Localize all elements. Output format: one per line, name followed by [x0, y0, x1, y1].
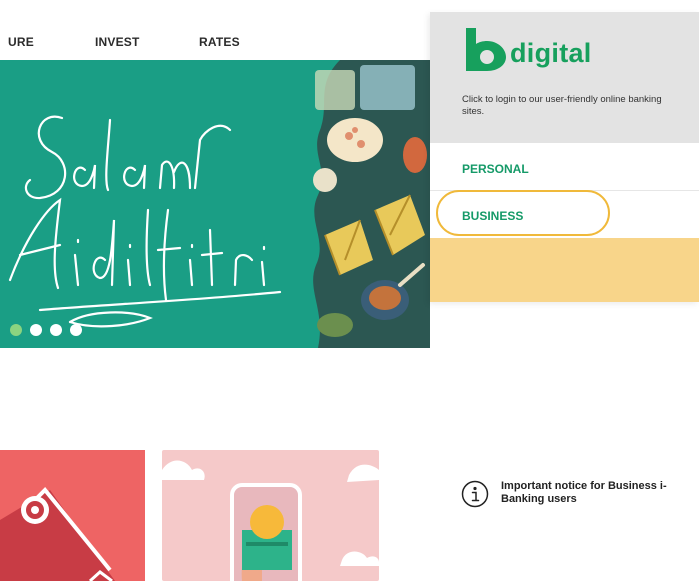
nav-item-ure[interactable]: URE [8, 35, 34, 49]
nav-item-rates[interactable]: RATES [199, 35, 240, 49]
notice-text: Important notice for Business i-Banking … [501, 480, 667, 505]
hero-banner[interactable] [0, 60, 430, 348]
bank-logo-icon [466, 28, 506, 71]
salam-aidilfitri-script-image [8, 115, 282, 328]
carousel-dot[interactable] [50, 324, 62, 336]
carousel-dot[interactable] [30, 324, 42, 336]
business-login-link[interactable]: BUSINESS [462, 209, 523, 223]
logo-text: digital [510, 38, 592, 68]
carousel-dot[interactable] [10, 324, 22, 336]
promo-card[interactable] [162, 450, 379, 581]
info-icon [461, 480, 489, 508]
notice-banner[interactable]: Important notice for Business i-Banking … [430, 238, 699, 508]
carousel-dot[interactable] [70, 324, 82, 336]
festive-food-illustration [313, 65, 427, 337]
panel-description: Click to login to our user-friendly onli… [462, 94, 662, 117]
top-nav: URE INVEST RATES [0, 0, 430, 62]
promo-card[interactable] [0, 450, 145, 581]
target-envelope-illustration [0, 487, 115, 581]
carousel-dots [10, 324, 82, 336]
phone-savings-illustration [162, 460, 379, 581]
digital-login-panel: digital Click to login to our user-frien… [430, 12, 699, 508]
nav-item-invest[interactable]: INVEST [95, 35, 140, 49]
panel-header: digital Click to login to our user-frien… [430, 12, 699, 143]
personal-login-link[interactable]: PERSONAL [462, 162, 529, 176]
